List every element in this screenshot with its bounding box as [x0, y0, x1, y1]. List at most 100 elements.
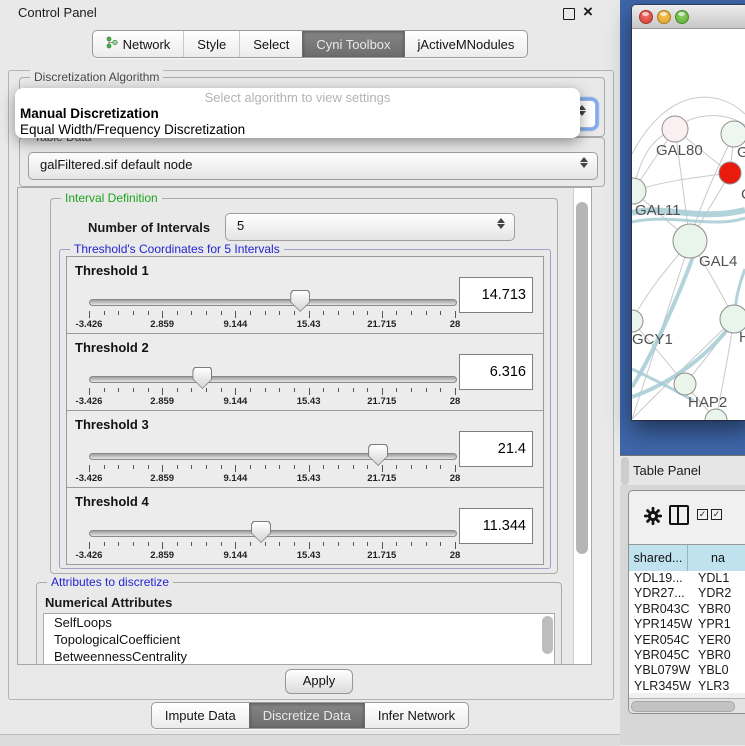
slider-tick: [309, 311, 310, 318]
slider-track[interactable]: [89, 453, 457, 460]
bottom-tab-label: Discretize Data: [263, 708, 351, 723]
tab-network[interactable]: Network: [93, 31, 184, 57]
slider-tick: [191, 465, 192, 469]
network-node-label: GAL11: [635, 202, 681, 219]
table-cell[interactable]: YBL079W: [629, 663, 692, 678]
table-data-combobox[interactable]: galFiltered.sif default node: [28, 152, 598, 180]
table-row[interactable]: YBL079WYBL0: [629, 663, 745, 678]
minimize-traffic-light-icon[interactable]: [657, 10, 671, 24]
slider-track[interactable]: [89, 376, 457, 383]
dropdown-option-manual-discretization[interactable]: Manual Discretization: [20, 106, 159, 121]
table-cell[interactable]: YER0: [692, 633, 745, 648]
node-table-widget: ✓ ✓ shared... na YDL19...YDL1YDR27...YDR…: [628, 490, 745, 714]
close-icon[interactable]: ×: [583, 2, 593, 22]
slider-tick: [235, 388, 236, 395]
split-columns-icon[interactable]: [669, 505, 689, 525]
tab-select[interactable]: Select: [239, 31, 302, 57]
table-cell[interactable]: YLR345W: [629, 679, 692, 693]
table-cell[interactable]: YBR0: [692, 648, 745, 663]
restore-icon[interactable]: [563, 8, 575, 20]
scrollbar-thumb[interactable]: [621, 457, 629, 485]
tab-jactivemnodules[interactable]: jActiveMNodules: [404, 31, 528, 57]
panel-scrollbar-thumb[interactable]: [576, 202, 588, 554]
window-bottom-edge: [0, 734, 620, 746]
table-cell[interactable]: YPR1: [692, 617, 745, 632]
slider-tick: [118, 465, 119, 469]
table-cell[interactable]: YDR2: [692, 586, 745, 601]
slider-tick: [89, 311, 90, 318]
panel-scrollbar[interactable]: [573, 188, 591, 664]
table-data-group: Table Data galFiltered.sif default node: [19, 137, 605, 187]
slider-handle[interactable]: [192, 367, 212, 389]
threshold-row-1: Threshold 1-3.4262.8599.14415.4321.71528…: [66, 256, 544, 334]
checkbox-icon[interactable]: ✓: [711, 509, 722, 520]
table-row[interactable]: YPR145WYPR1: [629, 617, 745, 632]
slider-handle[interactable]: [251, 521, 271, 543]
column-header-name[interactable]: na: [688, 545, 745, 571]
threshold-row-4: Threshold 4-3.4262.8599.14415.4321.71528…: [66, 487, 544, 565]
table-cell[interactable]: YBL0: [692, 663, 745, 678]
attribute-list-item[interactable]: TopologicalCoefficient: [44, 631, 554, 648]
slider-track[interactable]: [89, 530, 457, 537]
threshold-slider[interactable]: -3.4262.8599.14415.4321.71528: [89, 451, 455, 485]
dropdown-option-equal-width-frequency[interactable]: Equal Width/Frequency Discretization: [20, 122, 245, 137]
threshold-slider[interactable]: -3.4262.8599.14415.4321.71528: [89, 528, 455, 562]
number-of-intervals-spinner[interactable]: 5: [225, 213, 515, 241]
number-of-intervals-value: 5: [237, 218, 244, 233]
threshold-value-field[interactable]: 14.713: [459, 277, 533, 313]
table-row[interactable]: YDL19...YDL1: [629, 571, 745, 586]
tab-cyni-toolbox[interactable]: Cyni Toolbox: [302, 31, 403, 57]
table-cell[interactable]: YPR145W: [629, 617, 692, 632]
network-view-window[interactable]: GAL80G.CGAL11GAL4GCY1HHAP2: [632, 5, 745, 420]
table-row[interactable]: YBR045CYBR0: [629, 648, 745, 663]
network-canvas[interactable]: GAL80G.CGAL11GAL4GCY1HHAP2: [632, 29, 745, 420]
slider-handle[interactable]: [290, 290, 310, 312]
column-header-shared-name[interactable]: shared...: [629, 545, 688, 571]
table-row[interactable]: YER054CYER0: [629, 633, 745, 648]
table-cell[interactable]: YBR045C: [629, 648, 692, 663]
table-cell[interactable]: YDR27...: [629, 586, 692, 601]
numerical-attributes-list[interactable]: SelfLoopsTopologicalCoefficientBetweenne…: [43, 613, 555, 665]
table-cell[interactable]: YDL1: [692, 571, 745, 586]
zoom-traffic-light-icon[interactable]: [675, 10, 689, 24]
network-node[interactable]: [674, 373, 696, 395]
threshold-slider[interactable]: -3.4262.8599.14415.4321.71528: [89, 297, 455, 331]
tab-style[interactable]: Style: [183, 31, 239, 57]
table-hscrollbar-thumb[interactable]: [631, 701, 735, 712]
table-cell[interactable]: YLR3: [692, 679, 745, 693]
slider-tick: [426, 465, 427, 469]
table-cell[interactable]: YBR043C: [629, 602, 692, 617]
slider-tick: [118, 311, 119, 315]
list-scrollbar-thumb[interactable]: [542, 616, 553, 654]
slider-tick: [250, 388, 251, 392]
table-row[interactable]: YBR043CYBR0: [629, 602, 745, 617]
network-node[interactable]: [719, 162, 741, 184]
table-cell[interactable]: YBR0: [692, 602, 745, 617]
threshold-slider[interactable]: -3.4262.8599.14415.4321.71528: [89, 374, 455, 408]
table-row[interactable]: YDR27...YDR2: [629, 586, 745, 601]
table-hscrollbar[interactable]: [629, 698, 745, 713]
threshold-value-field[interactable]: 11.344: [459, 508, 533, 544]
table-cell[interactable]: YDL19...: [629, 571, 692, 586]
table-row[interactable]: YLR345WYLR3: [629, 679, 745, 693]
bottom-tab-infer-network[interactable]: Infer Network: [364, 703, 468, 728]
attribute-list-item[interactable]: BetweennessCentrality: [44, 648, 554, 665]
table-cell[interactable]: YER054C: [629, 633, 692, 648]
network-node[interactable]: [662, 116, 688, 142]
slider-tick: [426, 311, 427, 315]
attribute-list-item[interactable]: SelfLoops: [44, 614, 554, 631]
apply-button[interactable]: Apply: [285, 669, 353, 694]
gear-icon[interactable]: [643, 506, 663, 526]
threshold-value-field[interactable]: 21.4: [459, 431, 533, 467]
threshold-row-2: Threshold 2-3.4262.8599.14415.4321.71528…: [66, 333, 544, 411]
checkbox-icon[interactable]: ✓: [697, 509, 708, 520]
close-traffic-light-icon[interactable]: [639, 10, 653, 24]
network-node[interactable]: [632, 310, 643, 332]
slider-tick-label: 28: [450, 473, 461, 484]
slider-track[interactable]: [89, 299, 457, 306]
threshold-value-field[interactable]: 6.316: [459, 354, 533, 390]
slider-tick: [221, 542, 222, 546]
slider-handle[interactable]: [368, 444, 388, 466]
bottom-tab-discretize-data[interactable]: Discretize Data: [249, 703, 364, 728]
bottom-tab-impute-data[interactable]: Impute Data: [152, 703, 249, 728]
